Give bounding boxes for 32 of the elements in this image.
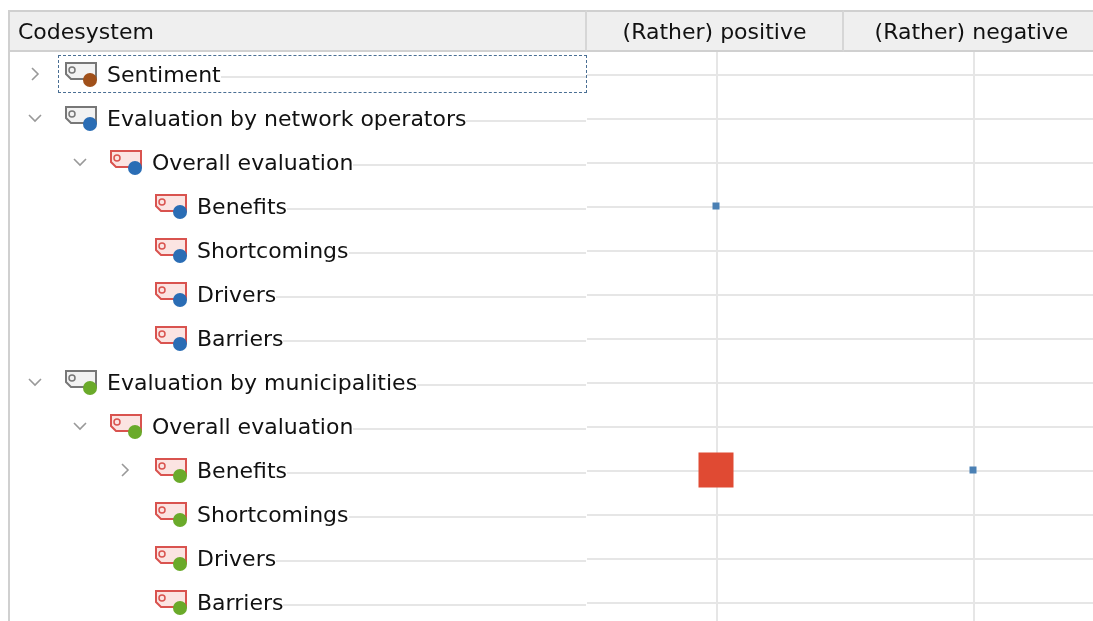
tree-item[interactable]: Barriers [148,319,587,357]
code-label[interactable]: Sentiment [107,61,221,87]
tree-item[interactable]: Drivers [148,275,587,313]
tree-item[interactable]: Overall evaluation [103,143,587,181]
code-label[interactable]: Overall evaluation [152,149,354,175]
code-label[interactable]: Shortcomings [197,501,349,527]
tree-item[interactable]: Overall evaluation [103,407,587,445]
code-label[interactable]: Benefits [197,457,288,483]
code-label[interactable]: Overall evaluation [152,413,354,439]
tree-item[interactable]: Benefits [148,451,587,489]
matrix-square[interactable] [712,202,719,210]
tree-item[interactable]: Drivers [148,539,587,577]
tree-item[interactable]: Benefits [148,187,587,225]
tree-item[interactable]: Evaluation by network operators [58,99,587,137]
code-label[interactable]: Drivers [197,545,277,571]
code-label[interactable]: Shortcomings [197,237,349,263]
code-label[interactable]: Barriers [197,325,284,351]
code-label[interactable]: Evaluation by municipalities [107,369,418,395]
tree-item[interactable]: Shortcomings [148,495,587,533]
tree-item[interactable]: Barriers [148,583,587,621]
matrix-square[interactable] [698,452,733,488]
tree-item[interactable]: Shortcomings [148,231,587,269]
column-header[interactable]: Codesystem [10,10,587,52]
column-header[interactable]: (Rather) positive [587,10,844,52]
matrix-square[interactable] [969,466,976,474]
column-header[interactable]: (Rather) negative [844,10,1093,52]
code-label[interactable]: Drivers [197,281,277,307]
tree-item[interactable]: Sentiment [58,55,587,93]
tree-item[interactable]: Evaluation by municipalities [58,363,587,401]
code-label[interactable]: Barriers [197,589,284,615]
code-label[interactable]: Benefits [197,193,288,219]
code-label[interactable]: Evaluation by network operators [107,105,467,131]
